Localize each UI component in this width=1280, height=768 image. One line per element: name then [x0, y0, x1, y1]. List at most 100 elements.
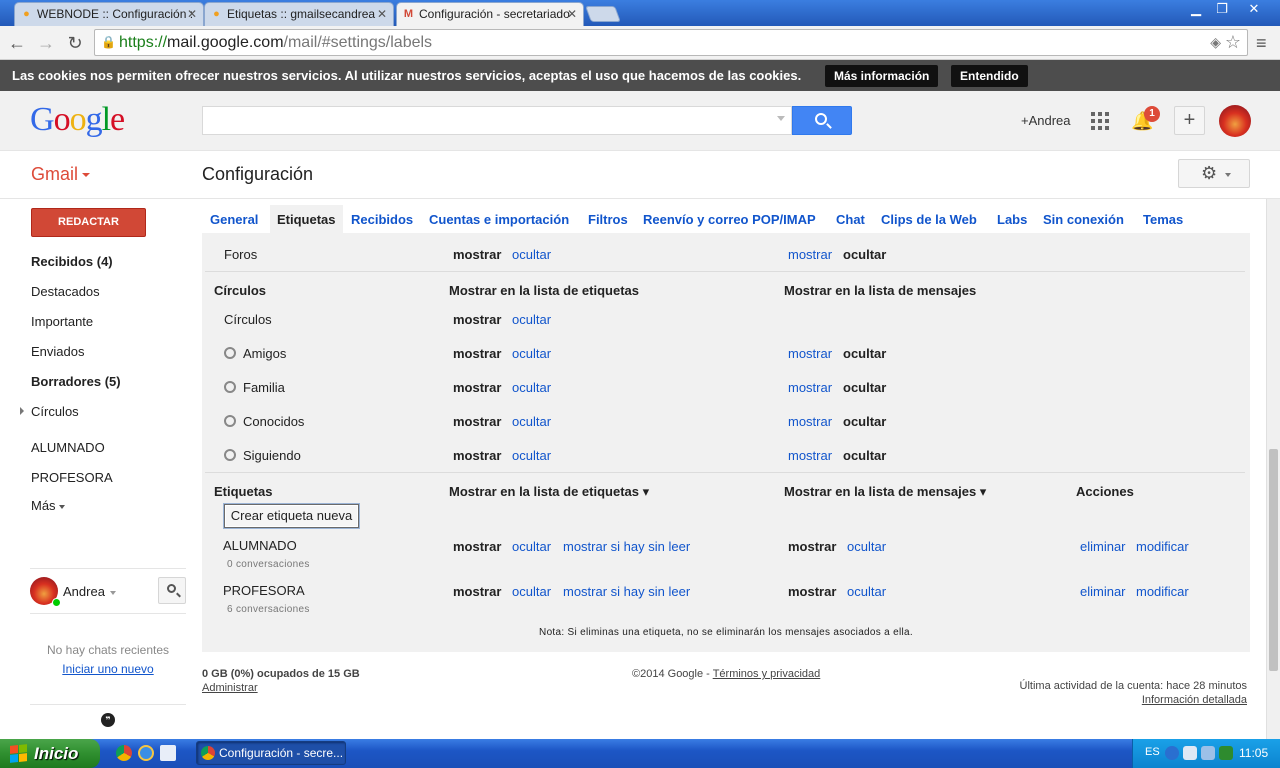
tab-inbox[interactable]: Recibidos: [344, 205, 420, 234]
page-scrollbar[interactable]: [1266, 199, 1280, 739]
restore-icon[interactable]: ❐: [1209, 1, 1235, 18]
hide-in-labels-link[interactable]: ocultar: [512, 247, 551, 262]
forward-arrow-icon[interactable]: →: [35, 32, 57, 54]
search-button[interactable]: [792, 106, 852, 135]
hide-in-labels-link[interactable]: ocultar: [512, 380, 551, 395]
delete-label-link[interactable]: eliminar: [1080, 539, 1126, 554]
tab-themes[interactable]: Temas: [1136, 205, 1190, 234]
tab-forwarding[interactable]: Reenvío y correo POP/IMAP: [636, 205, 823, 234]
window-close-icon[interactable]: ✕: [1238, 1, 1270, 18]
show-in-messages-link[interactable]: mostrar: [788, 448, 832, 463]
close-icon[interactable]: ✕: [187, 3, 197, 25]
tray-expand-icon[interactable]: [1165, 746, 1179, 760]
back-arrow-icon[interactable]: ←: [6, 32, 28, 54]
url-host: mail.google.com: [167, 34, 284, 51]
search-options-icon[interactable]: [777, 116, 785, 121]
tab-labs[interactable]: Labs: [990, 205, 1034, 234]
language-indicator[interactable]: ES: [1145, 746, 1160, 758]
address-bar[interactable]: 🔒 https://mail.google.com/mail/#settings…: [94, 29, 1248, 56]
activity-details-link[interactable]: Información detallada: [1142, 694, 1247, 706]
extension-icon[interactable]: ◈: [1210, 30, 1221, 55]
sidebar-item-label: Más: [31, 498, 56, 513]
plus-user-link[interactable]: +Andrea: [1021, 113, 1071, 128]
sidebar-item-more[interactable]: Más: [31, 498, 65, 513]
tab-filters[interactable]: Filtros: [581, 205, 635, 234]
antivirus-icon[interactable]: [1219, 746, 1233, 760]
scrollbar-thumb[interactable]: [1269, 449, 1278, 671]
tab-accounts[interactable]: Cuentas e importación: [422, 205, 576, 234]
terms-privacy-link[interactable]: Términos y privacidad: [713, 668, 821, 680]
show-in-messages-link[interactable]: mostrar: [788, 346, 832, 361]
hide-in-messages-link[interactable]: ocultar: [847, 539, 886, 554]
sidebar-item-circles[interactable]: Círculos: [20, 404, 79, 419]
tab-general[interactable]: General: [203, 205, 265, 234]
sidebar-item-starred[interactable]: Destacados: [31, 284, 100, 299]
hide-in-labels-link[interactable]: ocultar: [512, 312, 551, 327]
sidebar-item-important[interactable]: Importante: [31, 314, 93, 329]
edit-label-link[interactable]: modificar: [1136, 539, 1189, 554]
chat-search-button[interactable]: [158, 577, 186, 604]
copyright-text: ©2014 Google -: [632, 668, 713, 680]
browser-menu-icon[interactable]: ≡: [1256, 33, 1274, 53]
network-icon[interactable]: [1201, 746, 1215, 760]
more-info-button[interactable]: Más información: [825, 65, 939, 87]
tab-offline[interactable]: Sin conexión: [1036, 205, 1131, 234]
sidebar-item-profesora[interactable]: PROFESORA: [31, 470, 113, 485]
gmail-app-menu[interactable]: Gmail: [31, 164, 91, 185]
hide-in-labels-link[interactable]: ocultar: [512, 346, 551, 361]
compose-button[interactable]: REDACTAR: [31, 208, 146, 237]
column-header-message-list[interactable]: Mostrar en la lista de mensajes ▾: [784, 484, 986, 500]
browser-tab-webnode[interactable]: ● WEBNODE :: Configuración : ✕: [14, 2, 204, 26]
start-button[interactable]: Inicio: [0, 739, 100, 768]
notification-tray-icon[interactable]: [1183, 746, 1197, 760]
close-icon[interactable]: ✕: [567, 3, 577, 25]
hide-in-messages-link[interactable]: ocultar: [847, 584, 886, 599]
hide-in-labels-link[interactable]: ocultar: [512, 448, 551, 463]
edit-label-link[interactable]: modificar: [1136, 584, 1189, 599]
hide-in-labels-link[interactable]: ocultar: [512, 539, 551, 554]
share-plus-button[interactable]: +: [1174, 106, 1205, 135]
minimize-icon[interactable]: ▁: [1183, 1, 1209, 18]
taskbar-item-chrome[interactable]: Configuración - secre...: [196, 741, 346, 765]
reload-icon[interactable]: ↻: [64, 32, 86, 54]
column-header-label-list[interactable]: Mostrar en la lista de etiquetas ▾: [449, 484, 649, 500]
manage-storage-link[interactable]: Administrar: [202, 682, 258, 694]
show-desktop-icon[interactable]: [160, 745, 176, 761]
start-new-chat-link[interactable]: Iniciar uno nuevo: [30, 662, 186, 676]
sidebar-item-alumnado[interactable]: ALUMNADO: [31, 440, 105, 455]
google-logo[interactable]: Google: [30, 101, 125, 139]
sidebar-item-inbox[interactable]: Recibidos (4): [31, 254, 113, 269]
account-avatar[interactable]: [1219, 105, 1251, 137]
hide-in-labels-link[interactable]: ocultar: [512, 584, 551, 599]
close-icon[interactable]: ✕: [377, 3, 387, 25]
accept-cookies-button[interactable]: Entendido: [951, 65, 1028, 87]
chat-status-menu[interactable]: Andrea: [63, 584, 116, 599]
sidebar-item-sent[interactable]: Enviados: [31, 344, 84, 359]
sidebar-item-drafts[interactable]: Borradores (5): [31, 374, 121, 389]
tab-web-clips[interactable]: Clips de la Web: [874, 205, 984, 234]
tab-labels[interactable]: Etiquetas: [270, 205, 343, 234]
settings-gear-button[interactable]: ⚙: [1178, 159, 1250, 188]
create-label-button[interactable]: Crear etiqueta nueva: [224, 504, 359, 528]
mail-search-input[interactable]: [202, 106, 792, 135]
hide-in-labels-link[interactable]: ocultar: [512, 414, 551, 429]
browser-tab-etiquetas[interactable]: ● Etiquetas :: gmailsecandrea ✕: [204, 2, 394, 26]
tab-chat[interactable]: Chat: [829, 205, 872, 234]
apps-grid-icon[interactable]: [1091, 112, 1109, 130]
expand-arrow-icon[interactable]: [20, 407, 24, 415]
chrome-icon: [201, 746, 215, 760]
browser-tab-configuracion[interactable]: M Configuración - secretariado ✕: [396, 2, 584, 26]
show-if-unread-link[interactable]: mostrar si hay sin leer: [563, 539, 690, 554]
show-if-unread-link[interactable]: mostrar si hay sin leer: [563, 584, 690, 599]
internet-explorer-icon[interactable]: [138, 745, 154, 761]
hangouts-icon[interactable]: ❞: [101, 713, 115, 727]
new-tab-button[interactable]: [585, 6, 621, 22]
search-icon: [167, 584, 176, 593]
sidebar-divider: [30, 568, 186, 569]
show-in-messages-link[interactable]: mostrar: [788, 380, 832, 395]
show-in-messages-link[interactable]: mostrar: [788, 247, 832, 262]
show-in-messages-link[interactable]: mostrar: [788, 414, 832, 429]
delete-label-link[interactable]: eliminar: [1080, 584, 1126, 599]
chrome-quicklaunch-icon[interactable]: [116, 745, 132, 761]
bookmark-star-icon[interactable]: ☆: [1225, 30, 1241, 55]
